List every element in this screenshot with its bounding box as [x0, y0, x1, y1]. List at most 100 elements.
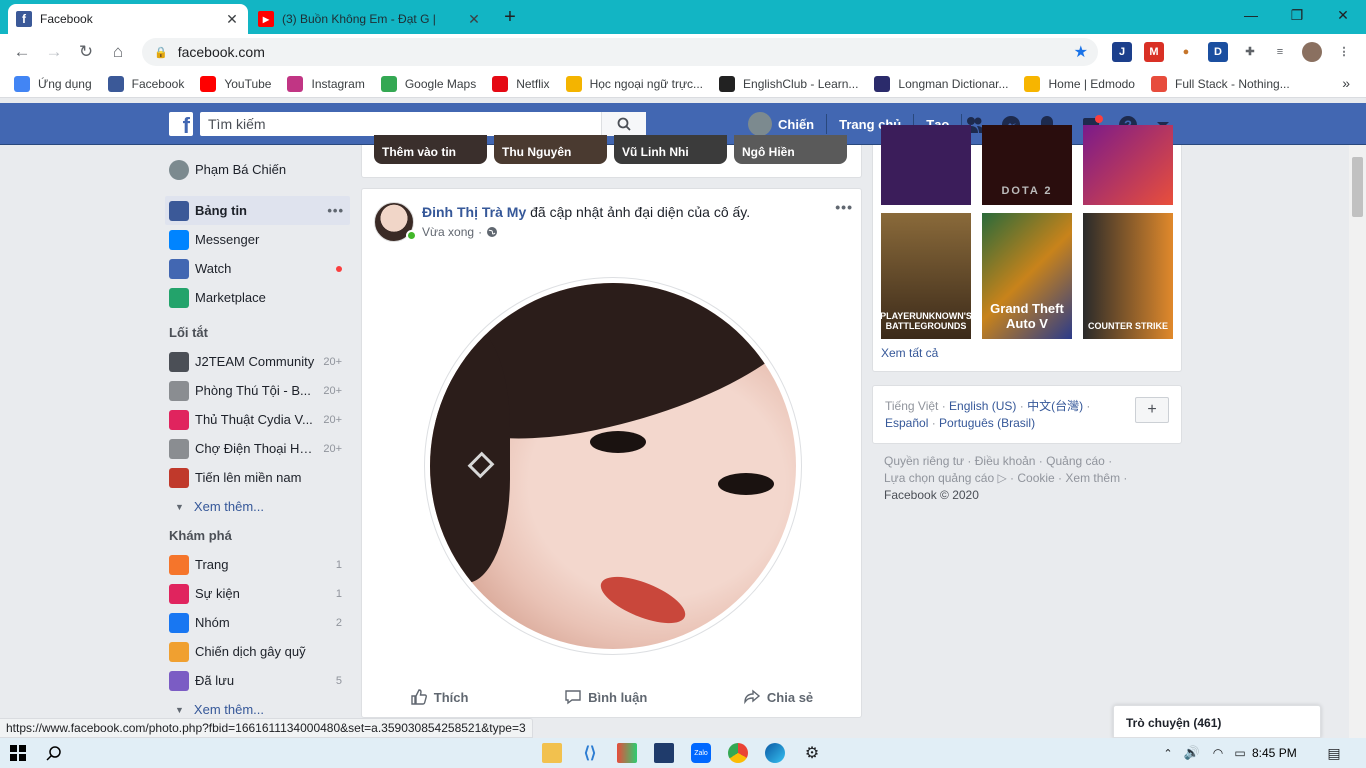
file-explorer-icon[interactable]	[542, 743, 562, 763]
game-tile-soccer[interactable]	[1083, 125, 1173, 205]
menu-kebab-icon[interactable]: ⋮	[1334, 42, 1354, 62]
post-options-icon[interactable]: •••	[835, 199, 853, 215]
bookmark-item[interactable]: Home | Edmodo	[1024, 75, 1135, 92]
comment-button[interactable]: Bình luận	[564, 688, 647, 706]
game-tile-pubg[interactable]: PLAYERUNKNOWN'S BATTLEGROUNDS	[881, 213, 971, 339]
photos-icon[interactable]	[654, 743, 674, 763]
game-tile-gta5[interactable]: Grand Theft Auto V	[982, 213, 1072, 339]
tab-youtube[interactable]: ▶ (3) Buồn Không Em - Đạt G | ✕	[250, 4, 490, 34]
windows-start-icon[interactable]	[8, 743, 28, 763]
forward-arrow-icon[interactable]: →	[42, 40, 66, 64]
minimize-button[interactable]: —	[1228, 0, 1274, 30]
see-all-link[interactable]: Xem tất cả	[881, 346, 938, 360]
sidebar-item-group[interactable]: Chợ Điện Thoại Hà... 20+	[165, 434, 350, 463]
settings-gear-icon[interactable]: ⚙	[802, 743, 822, 763]
back-arrow-icon[interactable]: ←	[10, 40, 34, 64]
restore-button[interactable]: ❐	[1274, 0, 1320, 30]
tab-facebook[interactable]: f Facebook ✕	[8, 4, 248, 34]
sidebar-item-cards[interactable]: Tiến lên miền nam	[165, 463, 350, 492]
search-button[interactable]	[601, 112, 646, 136]
bookmark-item[interactable]: Facebook	[107, 75, 184, 92]
bookmark-item[interactable]: Full Stack - Nothing...	[1150, 75, 1290, 92]
language-link[interactable]: English (US)	[949, 399, 1016, 413]
close-icon[interactable]: ✕	[224, 11, 240, 28]
volume-icon[interactable]: 🔊	[1182, 743, 1202, 763]
facebook-logo-icon[interactable]: f	[169, 112, 193, 136]
wifi-icon[interactable]: ◠	[1208, 743, 1228, 763]
vscode-icon[interactable]: ⟨⟩	[580, 743, 600, 763]
profile-link[interactable]: Chiến	[778, 117, 814, 132]
address-bar[interactable]: 🔒 facebook.com ★	[142, 38, 1098, 66]
bookmark-item[interactable]: Netflix	[492, 75, 550, 92]
sidebar-item-apple[interactable]: Thủ Thuật Cydia V... 20+	[165, 405, 350, 434]
see-more-link[interactable]: Xem thêm	[1065, 471, 1120, 485]
scrollbar[interactable]	[1349, 145, 1366, 738]
sidebar-item-marketplace[interactable]: Marketplace	[165, 283, 350, 312]
search-icon[interactable]	[44, 743, 64, 763]
sidebar-item-fundraiser[interactable]: Chiến dịch gây quỹ	[165, 637, 350, 666]
language-link[interactable]: Português (Brasil)	[939, 416, 1035, 430]
user-avatar[interactable]	[748, 112, 772, 136]
ad-choices-link[interactable]: Lựa chọn quảng cáo	[884, 471, 994, 485]
app-icon[interactable]	[617, 743, 637, 763]
bookmark-item[interactable]: Ứng dụng	[14, 75, 92, 92]
story-item[interactable]: Thu Nguyên	[494, 135, 607, 164]
terms-link[interactable]: Điều khoản	[975, 454, 1036, 468]
more-options-icon[interactable]: •••	[327, 203, 344, 218]
game-tile-counter-strike[interactable]: COUNTER STRIKE	[1083, 213, 1173, 339]
story-item[interactable]: Ngô Hiền	[734, 135, 847, 164]
language-link[interactable]: Español	[885, 416, 928, 430]
extension-d-icon[interactable]: D	[1208, 42, 1228, 62]
reload-icon[interactable]: ↻	[74, 40, 98, 64]
game-tile-among-us[interactable]	[881, 125, 971, 205]
media-queue-icon[interactable]: ≡	[1270, 42, 1290, 62]
sidebar-item-groups[interactable]: Nhóm 2	[165, 608, 350, 637]
cookie-extension-icon[interactable]: ●	[1176, 42, 1196, 62]
edge-icon[interactable]	[765, 743, 785, 763]
close-window-button[interactable]: ✕	[1320, 0, 1366, 30]
sidebar-item-messenger[interactable]: Messenger	[165, 225, 350, 254]
bookmark-item[interactable]: YouTube	[200, 75, 271, 92]
chrome-icon[interactable]	[728, 743, 748, 763]
post-time[interactable]: Vừa xong	[422, 225, 474, 239]
share-button[interactable]: Chia sẻ	[743, 688, 813, 706]
author-name[interactable]: Đinh Thị Trà My	[422, 204, 526, 220]
close-icon[interactable]: ✕	[466, 11, 482, 28]
new-tab-button[interactable]: +	[498, 6, 522, 30]
sidebar-item-news-feed[interactable]: Bảng tin •••	[165, 196, 350, 225]
language-link[interactable]: 中文(台灣)	[1027, 399, 1083, 413]
sidebar-item-saved[interactable]: Đã lưu 5	[165, 666, 350, 695]
cookies-link[interactable]: Cookie	[1017, 471, 1054, 485]
chevron-up-icon[interactable]: ⌃	[1158, 743, 1178, 763]
sidebar-item-calendar[interactable]: Sự kiện 1	[165, 579, 350, 608]
bookmark-item[interactable]: Google Maps	[380, 75, 476, 92]
bookmark-item[interactable]: Longman Dictionar...	[874, 75, 1008, 92]
profile-photo[interactable]	[430, 283, 796, 649]
privacy-link[interactable]: Quyền riêng tư	[884, 454, 964, 468]
bookmark-item[interactable]: EnglishClub - Learn...	[719, 75, 858, 92]
bookmark-item[interactable]: Instagram	[287, 75, 365, 92]
game-tile-dota2[interactable]: DOTA 2	[982, 125, 1072, 205]
sidebar-item-watch[interactable]: Watch	[165, 254, 350, 283]
keyboard-icon[interactable]: ▭	[1230, 743, 1250, 763]
profile-link[interactable]: Phạm Bá Chiến	[165, 155, 350, 184]
scrollbar-thumb[interactable]	[1352, 157, 1363, 217]
zalo-icon[interactable]: Zalo	[691, 743, 711, 763]
profile-avatar[interactable]	[1302, 42, 1322, 62]
puzzle-icon[interactable]: ✚	[1240, 42, 1260, 62]
more-bookmarks-icon[interactable]: »	[1342, 75, 1350, 91]
sidebar-item-group[interactable]: Phòng Thú Tội - B... 20+	[165, 376, 350, 405]
add-language-button[interactable]: +	[1135, 397, 1169, 423]
extension-j-icon[interactable]: J	[1112, 42, 1132, 62]
home-icon[interactable]: ⌂	[106, 40, 130, 64]
like-button[interactable]: Thích	[410, 688, 468, 706]
see-more-shortcuts[interactable]: ▼ Xem thêm...	[165, 492, 350, 521]
ads-link[interactable]: Quảng cáo	[1046, 454, 1105, 468]
sidebar-item-flag[interactable]: Trang 1	[165, 550, 350, 579]
clock[interactable]: 8:45 PM	[1252, 746, 1297, 760]
bookmark-item[interactable]: Học ngoại ngữ trực...	[565, 75, 703, 92]
gmail-extension-icon[interactable]: M	[1144, 42, 1164, 62]
search-input[interactable]	[200, 112, 646, 136]
sidebar-item-shield[interactable]: J2TEAM Community 20+	[165, 347, 350, 376]
story-add[interactable]: Thêm vào tin	[374, 135, 487, 164]
